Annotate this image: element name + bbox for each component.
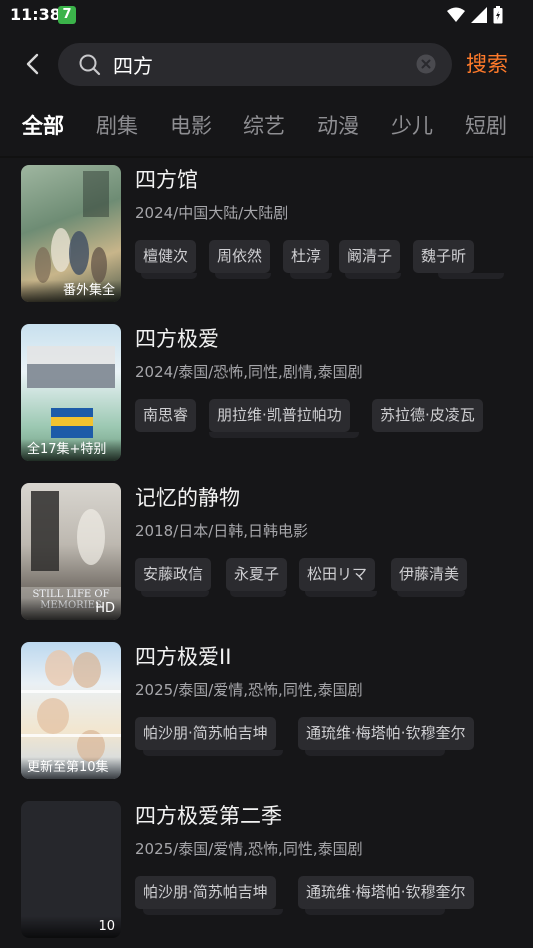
poster-badge: HD — [21, 598, 121, 620]
back-button[interactable] — [18, 50, 48, 80]
wifi-icon — [447, 7, 465, 22]
poster-image[interactable]: STILL LIFE OF MEMORIES HD — [21, 483, 121, 620]
poster-image[interactable]: 番外集全 — [21, 165, 121, 302]
cast-tags: 帕沙朋·简苏帕吉坤 通琉维·梅塔帕·钦穆奎尔 — [135, 876, 515, 946]
poster-image[interactable]: 更新至第10集 — [21, 642, 121, 779]
search-input[interactable] — [113, 49, 413, 80]
signal-icon — [471, 7, 487, 23]
tab-all[interactable]: 全部 — [22, 110, 64, 140]
cast-tag[interactable]: 通琉维·梅塔帕·钦穆奎尔 — [298, 717, 474, 750]
search-field[interactable] — [58, 43, 452, 86]
poster-image[interactable]: 10 — [21, 801, 121, 938]
result-title[interactable]: 四方馆 — [135, 164, 198, 194]
results-list: 番外集全 四方馆 2024/中国大陆/大陆剧 檀健次 周依然 杜淳 阚清子 魏子… — [0, 158, 533, 948]
poster-badge: 10 — [21, 916, 121, 938]
poster-image[interactable]: 全17集+特别 — [21, 324, 121, 461]
cast-tag[interactable]: 伊藤清美 — [391, 558, 468, 591]
result-item[interactable]: 全17集+特别 四方极爱 2024/泰国/恐怖,同性,剧情,泰国剧 南思睿 朋拉… — [0, 317, 533, 467]
result-title[interactable]: 四方极爱 — [135, 323, 219, 353]
cast-tag[interactable]: 朋拉维·凯普拉帕功 — [209, 399, 350, 432]
cast-tag[interactable]: 阚清子 — [339, 240, 401, 273]
cast-tag[interactable]: 帕沙朋·简苏帕吉坤 — [135, 717, 276, 750]
search-bar: 搜索 — [0, 38, 533, 92]
tab-series[interactable]: 剧集 — [96, 110, 138, 140]
result-meta: 2025/泰国/爱情,恐怖,同性,泰国剧 — [135, 681, 363, 699]
battery-icon — [493, 6, 503, 24]
cast-tag[interactable]: 松田リマ — [299, 558, 376, 591]
clear-icon[interactable] — [416, 54, 436, 74]
poster-badge: 番外集全 — [21, 280, 121, 302]
cast-tag[interactable]: 周依然 — [209, 240, 271, 273]
result-meta: 2024/泰国/恐怖,同性,剧情,泰国剧 — [135, 363, 363, 381]
cast-tag[interactable]: 檀健次 — [135, 240, 197, 273]
cast-tags: 安藤政信 永夏子 松田リマ 伊藤清美 — [135, 558, 515, 628]
result-item[interactable]: 10 四方极爱第二季 2025/泰国/爱情,恐怖,同性,泰国剧 帕沙朋·简苏帕吉… — [0, 794, 533, 944]
result-meta: 2018/日本/日韩,日韩电影 — [135, 522, 309, 540]
cast-tags: 帕沙朋·简苏帕吉坤 通琉维·梅塔帕·钦穆奎尔 — [135, 717, 515, 787]
status-bar: 11:38 7 — [0, 0, 533, 30]
cast-tag[interactable]: 通琉维·梅塔帕·钦穆奎尔 — [298, 876, 474, 909]
status-icons — [447, 6, 503, 24]
cast-tag[interactable]: 南思睿 — [135, 399, 197, 432]
result-title[interactable]: 四方极爱第二季 — [135, 800, 282, 830]
chevron-left-icon — [26, 53, 39, 75]
poster-badge: 更新至第10集 — [21, 757, 121, 779]
search-button[interactable]: 搜索 — [466, 48, 508, 78]
tab-variety[interactable]: 综艺 — [243, 110, 285, 140]
result-title[interactable]: 四方极爱II — [135, 641, 231, 671]
poster-badge: 全17集+特别 — [21, 439, 121, 461]
tab-short-drama[interactable]: 短剧 — [465, 110, 507, 140]
cast-tags: 檀健次 周依然 杜淳 阚清子 魏子昕 — [135, 240, 515, 310]
notification-badge-icon: 7 — [58, 6, 76, 24]
status-time: 11:38 — [10, 5, 61, 24]
result-title[interactable]: 记忆的静物 — [135, 482, 240, 512]
result-item[interactable]: STILL LIFE OF MEMORIES HD 记忆的静物 2018/日本/… — [0, 476, 533, 626]
cast-tag[interactable]: 苏拉德·皮凌瓦 — [372, 399, 483, 432]
search-icon — [79, 54, 101, 76]
tab-anime[interactable]: 动漫 — [317, 110, 359, 140]
cast-tag[interactable]: 安藤政信 — [135, 558, 212, 591]
cast-tags: 南思睿 朋拉维·凯普拉帕功 苏拉德·皮凌瓦 — [135, 399, 515, 469]
result-item[interactable]: 番外集全 四方馆 2024/中国大陆/大陆剧 檀健次 周依然 杜淳 阚清子 魏子… — [0, 158, 533, 308]
category-tabs: 全部 剧集 电影 综艺 动漫 少儿 短剧 — [0, 104, 533, 148]
cast-tag[interactable]: 魏子昕 — [413, 240, 475, 273]
result-meta: 2025/泰国/爱情,恐怖,同性,泰国剧 — [135, 840, 363, 858]
tab-kids[interactable]: 少儿 — [391, 110, 433, 140]
cast-tag[interactable]: 永夏子 — [226, 558, 288, 591]
cast-tag[interactable]: 帕沙朋·简苏帕吉坤 — [135, 876, 276, 909]
result-meta: 2024/中国大陆/大陆剧 — [135, 204, 289, 222]
result-item[interactable]: 更新至第10集 四方极爱II 2025/泰国/爱情,恐怖,同性,泰国剧 帕沙朋·… — [0, 635, 533, 785]
tab-movies[interactable]: 电影 — [170, 110, 212, 140]
cast-tag[interactable]: 杜淳 — [283, 240, 330, 273]
